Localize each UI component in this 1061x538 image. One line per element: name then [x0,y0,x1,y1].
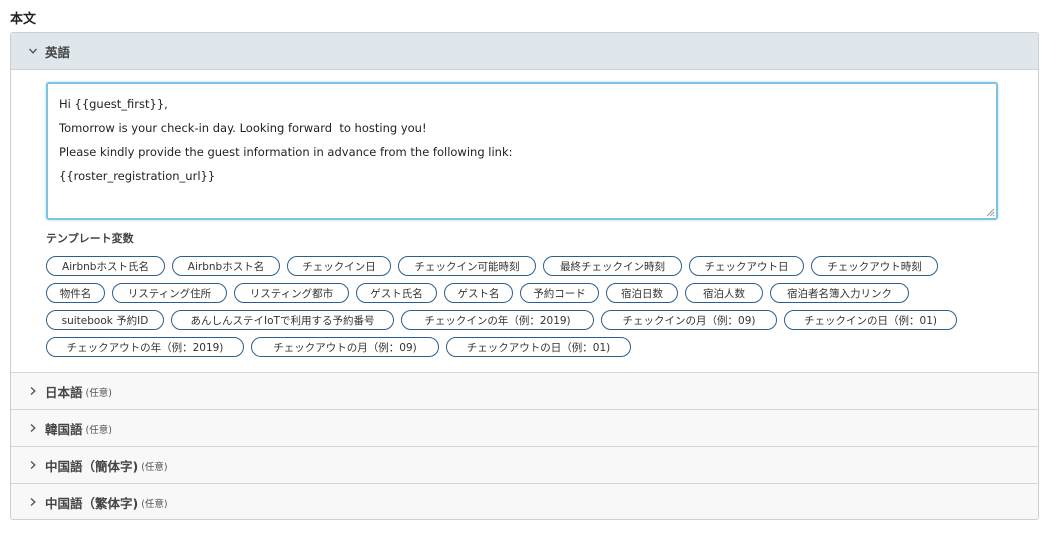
optional-note: (任意) [85,388,112,399]
accordion-header-korean[interactable]: 韓国語 (任意) [11,409,1038,446]
chip-row: 物件名 リスティング住所 リスティング都市 ゲスト氏名 ゲスト名 予約コード 宿… [46,283,996,303]
accordion-label: 日本語 [45,384,83,400]
template-variable-chip[interactable]: ゲスト氏名 [356,283,437,303]
template-variable-chip[interactable]: 宿泊者名簿入力リンク [770,283,909,303]
template-variable-chip[interactable]: リスティング住所 [112,283,227,303]
template-variable-chips: Airbnbホスト氏名 Airbnbホスト名 チェックイン日 チェックイン可能時… [46,256,996,364]
template-variable-chip[interactable]: チェックアウト時刻 [811,256,938,276]
template-variable-chip[interactable]: Airbnbホスト氏名 [46,256,165,276]
template-variable-chip[interactable]: 最終チェックイン時刻 [543,256,682,276]
accordion-header-japanese[interactable]: 日本語 (任意) [11,372,1038,409]
message-body-textarea[interactable]: Hi {{guest_first}}, Tomorrow is your che… [46,82,998,220]
message-line: Please kindly provide the guest informat… [59,145,513,159]
optional-note: (任意) [141,499,168,510]
template-variable-chip[interactable]: 物件名 [46,283,105,303]
template-variable-chip[interactable]: 宿泊日数 [606,283,678,303]
template-variable-chip[interactable]: チェックアウトの年（例：2019) [46,337,244,357]
chevron-right-icon [25,383,41,399]
chevron-right-icon [25,494,41,510]
template-variable-chip[interactable]: suitebook 予約ID [46,310,164,330]
template-variable-chip[interactable]: チェックアウト日 [689,256,804,276]
template-variable-chip[interactable]: チェックイン日 [287,256,391,276]
template-variable-chip[interactable]: Airbnbホスト名 [172,256,280,276]
template-variable-chip[interactable]: 宿泊人数 [685,283,763,303]
template-variable-chip[interactable]: 予約コード [520,283,599,303]
language-accordion: 英語 Hi {{guest_first}}, Tomorrow is your … [10,32,1039,520]
template-variable-chip[interactable]: チェックインの年（例：2019) [401,310,594,330]
chevron-down-icon [25,43,41,59]
accordion-label: 中国語（繁体字) [45,495,139,511]
template-variable-chip[interactable]: チェックインの月（例：09) [601,310,777,330]
accordion-panel-english: Hi {{guest_first}}, Tomorrow is your che… [11,70,1038,372]
template-variable-chip[interactable]: チェックイン可能時刻 [398,256,536,276]
chevron-right-icon [25,420,41,436]
template-variable-chip[interactable]: チェックインの日（例：01) [784,310,957,330]
message-line: Hi {{guest_first}}, [59,97,168,111]
accordion-label: 英語 [45,44,71,60]
message-line: Tomorrow is your check-in day. Looking f… [59,121,427,135]
accordion-label: 中国語（簡体字) [45,458,139,474]
accordion-header-chinese-traditional[interactable]: 中国語（繁体字) (任意) [11,483,1038,519]
optional-note: (任意) [141,462,168,473]
template-variables-title: テンプレート変数 [46,232,134,245]
section-title: 本文 [10,12,37,27]
template-variable-chip[interactable]: ゲスト名 [444,283,513,303]
template-variable-chip[interactable]: リスティング都市 [234,283,349,303]
optional-note: (任意) [85,425,112,436]
chip-row: suitebook 予約ID あんしんステイIoTで利用する予約番号 チェックイ… [46,310,996,330]
chip-row: チェックアウトの年（例：2019) チェックアウトの月（例：09) チェックアウ… [46,337,996,357]
template-variable-chip[interactable]: チェックアウトの日（例：01) [446,337,631,357]
chevron-right-icon [25,457,41,473]
accordion-header-chinese-simplified[interactable]: 中国語（簡体字) (任意) [11,446,1038,483]
chip-row: Airbnbホスト氏名 Airbnbホスト名 チェックイン日 チェックイン可能時… [46,256,996,276]
message-line: {{roster_registration_url}} [59,169,216,183]
resize-grip-icon[interactable] [986,208,995,217]
template-variable-chip[interactable]: あんしんステイIoTで利用する予約番号 [171,310,394,330]
accordion-header-english[interactable]: 英語 [11,33,1038,70]
template-variable-chip[interactable]: チェックアウトの月（例：09) [251,337,439,357]
accordion-label: 韓国語 [45,421,83,437]
